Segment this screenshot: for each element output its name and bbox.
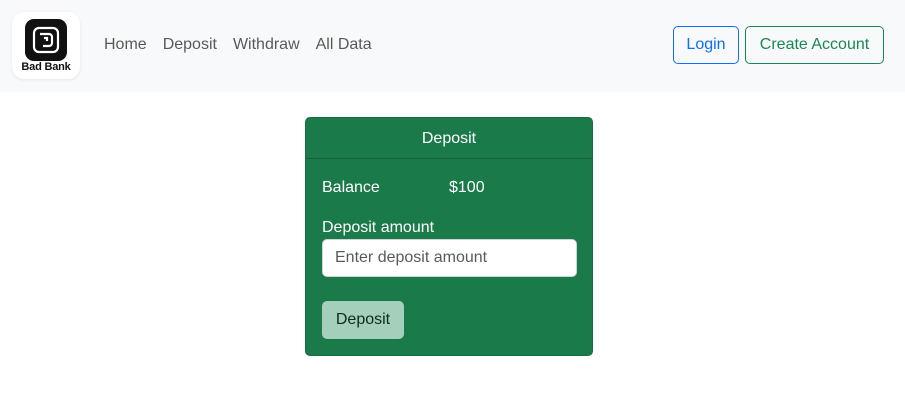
brand-logo[interactable]: Bad Bank <box>12 12 80 79</box>
nav-links: Home Deposit Withdraw All Data <box>104 34 372 56</box>
create-account-button[interactable]: Create Account <box>745 26 884 64</box>
balance-label: Balance <box>322 179 380 196</box>
bank-logo-icon <box>25 19 67 61</box>
login-button[interactable]: Login <box>673 26 739 64</box>
deposit-amount-input[interactable] <box>322 239 577 277</box>
card-title: Deposit <box>306 118 592 159</box>
nav-link-withdraw[interactable]: Withdraw <box>233 34 300 56</box>
nav-link-home[interactable]: Home <box>104 34 147 56</box>
nav-link-deposit[interactable]: Deposit <box>163 34 217 56</box>
deposit-submit-button[interactable]: Deposit <box>322 301 404 339</box>
nav-link-all-data[interactable]: All Data <box>316 34 372 56</box>
navbar: Bad Bank Home Deposit Withdraw All Data … <box>0 0 905 92</box>
deposit-amount-label: Deposit amount <box>322 219 435 236</box>
brand-name: Bad Bank <box>21 61 71 73</box>
deposit-card: Deposit Balance $100 Deposit amount Depo… <box>305 117 593 356</box>
balance-value: $100 <box>449 179 485 196</box>
